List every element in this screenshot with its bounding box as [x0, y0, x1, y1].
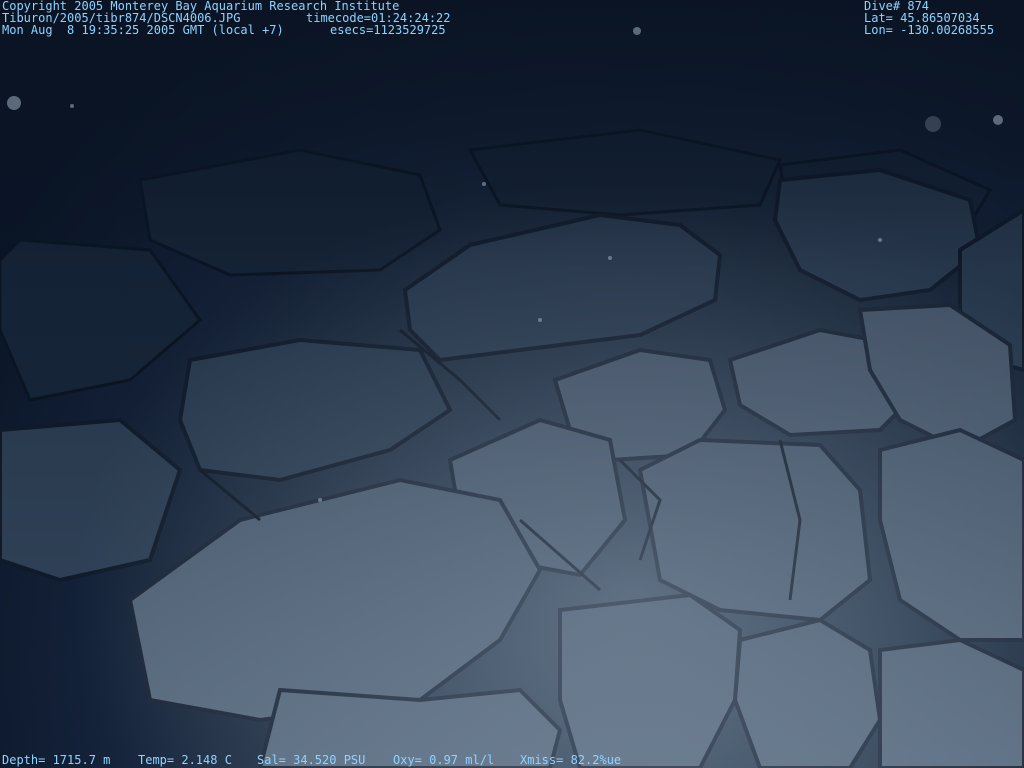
datetime-text: Mon Aug 8 19:35:25 2005 GMT (local +7)	[2, 23, 284, 37]
esecs-text: esecs=1123529725	[330, 23, 446, 37]
temperature-text: Temp= 2.148 C	[138, 753, 232, 767]
longitude-text: Lon= -130.00268555	[864, 23, 995, 37]
transmissometer-text: Xmiss= 82.2%ue	[520, 753, 622, 767]
depth-fade	[0, 0, 1024, 768]
salinity-text: Sal= 34.520 PSU	[257, 753, 366, 767]
seafloor-photo-frame: Copyright 2005 Monterey Bay Aquarium Res…	[0, 0, 1024, 768]
oxygen-text: Oxy= 0.97 ml/l	[393, 753, 495, 767]
depth-text: Depth= 1715.7 m	[2, 753, 111, 767]
seafloor-rock-scene	[0, 0, 1024, 768]
